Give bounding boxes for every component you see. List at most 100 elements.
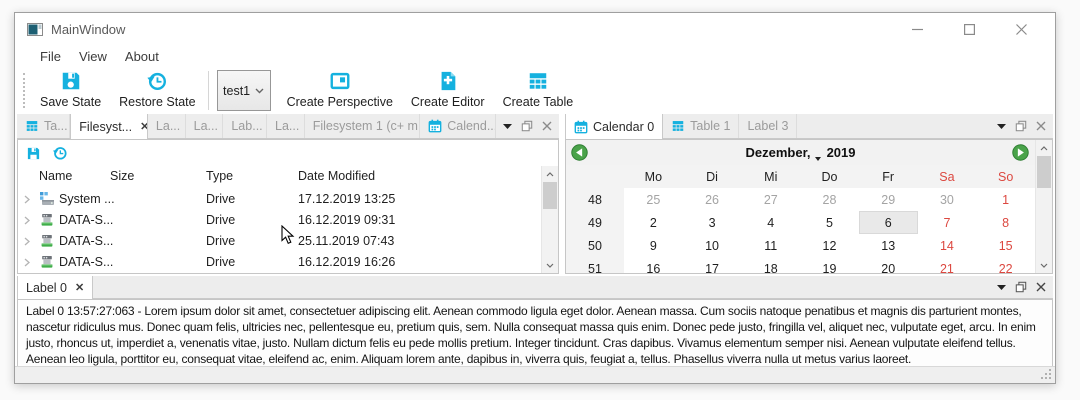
tab-calendar[interactable]: Calend...	[420, 114, 496, 138]
minimize-button[interactable]	[891, 13, 943, 45]
maximize-button[interactable]	[943, 13, 995, 45]
calendar-day[interactable]: 26	[683, 188, 742, 211]
expand-chevron-icon[interactable]	[24, 237, 30, 246]
scroll-up-icon[interactable]	[542, 166, 558, 182]
calendar-day[interactable]: 5	[800, 211, 859, 234]
calendar-day[interactable]: 19	[800, 257, 859, 273]
scroll-down-icon[interactable]	[542, 257, 558, 273]
calendar-scrollbar[interactable]	[1035, 140, 1052, 273]
scroll-thumb[interactable]	[543, 182, 557, 209]
column-date-modified[interactable]: Date Modified	[298, 169, 375, 183]
calendar-day[interactable]: 3	[683, 211, 742, 234]
calendar-day[interactable]: 20	[859, 257, 918, 273]
day-header: Do	[800, 165, 859, 188]
calendar-day[interactable]: 25	[624, 188, 683, 211]
scroll-track[interactable]	[542, 209, 558, 257]
tab-filesystem-active[interactable]: Filesyst... ✕	[70, 114, 148, 139]
tab-close-icon[interactable]: ✕	[140, 120, 148, 133]
calendar-day[interactable]: 9	[624, 234, 683, 257]
calendar-day[interactable]: 2	[624, 211, 683, 234]
calendar-day-selected[interactable]: 6	[859, 211, 918, 234]
calendar-day[interactable]: 28	[800, 188, 859, 211]
month-dropdown-icon[interactable]	[815, 157, 821, 161]
table-row[interactable]: System ... Drive 17.12.2019 13:25	[18, 189, 558, 210]
tab-label-3[interactable]: Label 3	[739, 114, 797, 138]
column-size[interactable]: Size	[110, 169, 134, 183]
menu-about[interactable]: About	[116, 47, 168, 66]
column-type[interactable]: Type	[206, 169, 233, 183]
calendar-day[interactable]: 10	[683, 234, 742, 257]
toolbar-drag-handle[interactable]	[23, 73, 25, 108]
calendar-day[interactable]: 8	[976, 211, 1035, 234]
table-row[interactable]: DATA-S... Drive 16.12.2019 16:26	[18, 252, 558, 273]
calendar-day[interactable]: 21	[918, 257, 977, 273]
calendar-day[interactable]: 12	[800, 234, 859, 257]
tab-label: Ta...	[44, 119, 68, 133]
tab-calendar-0[interactable]: Calendar 0	[565, 114, 663, 139]
tab-label-1[interactable]: La...	[148, 114, 186, 138]
create-editor-button[interactable]: Create Editor	[402, 67, 494, 114]
calendar-day[interactable]: 4	[741, 211, 800, 234]
tab-label-0[interactable]: Label 0 ✕	[17, 276, 93, 299]
restore-state-label: Restore State	[119, 95, 195, 109]
close-dock-icon[interactable]	[1036, 282, 1046, 292]
calendar-day[interactable]: 13	[859, 234, 918, 257]
tab-close-icon[interactable]: ✕	[75, 281, 84, 294]
cell-date: 16.12.2019 16:26	[298, 255, 395, 269]
left-dock-controls	[496, 114, 559, 138]
tab-filesystem-1[interactable]: Filesystem 1 (c+ m...	[305, 114, 421, 138]
calendar-day[interactable]: 7	[918, 211, 977, 234]
tabs-menu-icon[interactable]	[997, 285, 1006, 290]
calendar-year[interactable]: 2019	[827, 145, 856, 160]
tab-table-0[interactable]: Ta...	[17, 114, 70, 138]
scroll-track[interactable]	[1036, 188, 1052, 257]
menu-view[interactable]: View	[70, 47, 116, 66]
next-month-icon[interactable]	[1012, 144, 1029, 161]
tab-label-4[interactable]: La...	[267, 114, 305, 138]
calendar-day[interactable]: 14	[918, 234, 977, 257]
prev-month-icon[interactable]	[571, 144, 588, 161]
calendar-month[interactable]: Dezember,	[746, 145, 811, 160]
close-button[interactable]	[995, 13, 1047, 45]
save-state-button[interactable]: Save State	[31, 67, 110, 114]
calendar-day[interactable]: 27	[741, 188, 800, 211]
create-table-button[interactable]: Create Table	[494, 67, 583, 114]
calendar-day[interactable]: 15	[976, 234, 1035, 257]
create-perspective-button[interactable]: Create Perspective	[278, 67, 402, 114]
calendar-day[interactable]: 1	[976, 188, 1035, 211]
tab-label-2[interactable]: La...	[186, 114, 224, 138]
menu-file[interactable]: File	[31, 47, 70, 66]
restore-state-button[interactable]: Restore State	[110, 67, 204, 114]
tab-table-1[interactable]: Table 1	[663, 114, 739, 138]
tabs-menu-icon[interactable]	[997, 124, 1006, 129]
float-dock-icon[interactable]	[1015, 281, 1027, 293]
calendar-day[interactable]: 18	[741, 257, 800, 273]
calendar-day[interactable]: 16	[624, 257, 683, 273]
save-icon[interactable]	[26, 146, 41, 161]
float-dock-icon[interactable]	[1015, 120, 1027, 132]
calendar-day[interactable]: 30	[918, 188, 977, 211]
float-dock-icon[interactable]	[521, 120, 533, 132]
calendar-day[interactable]: 22	[976, 257, 1035, 273]
tabs-menu-icon[interactable]	[503, 124, 512, 129]
tab-label-3[interactable]: Lab...	[223, 114, 267, 138]
close-dock-icon[interactable]	[542, 121, 552, 131]
expand-chevron-icon[interactable]	[24, 195, 30, 204]
restore-icon[interactable]	[52, 145, 68, 161]
calendar-day[interactable]: 29	[859, 188, 918, 211]
column-name[interactable]: Name	[39, 169, 72, 183]
expand-chevron-icon[interactable]	[24, 216, 30, 225]
calendar-day[interactable]: 11	[741, 234, 800, 257]
scroll-up-icon[interactable]	[1036, 140, 1052, 156]
create-table-label: Create Table	[503, 95, 574, 109]
table-scrollbar[interactable]	[541, 166, 558, 273]
expand-chevron-icon[interactable]	[24, 258, 30, 267]
perspective-combobox[interactable]: test1	[217, 70, 271, 111]
scroll-thumb[interactable]	[1037, 156, 1051, 188]
table-row[interactable]: DATA-S... Drive 16.12.2019 09:31	[18, 210, 558, 231]
resize-grip[interactable]	[1040, 368, 1052, 380]
table-row[interactable]: DATA-S... Drive 25.11.2019 07:43	[18, 231, 558, 252]
scroll-down-icon[interactable]	[1036, 257, 1052, 273]
calendar-day[interactable]: 17	[683, 257, 742, 273]
close-dock-icon[interactable]	[1036, 121, 1046, 131]
